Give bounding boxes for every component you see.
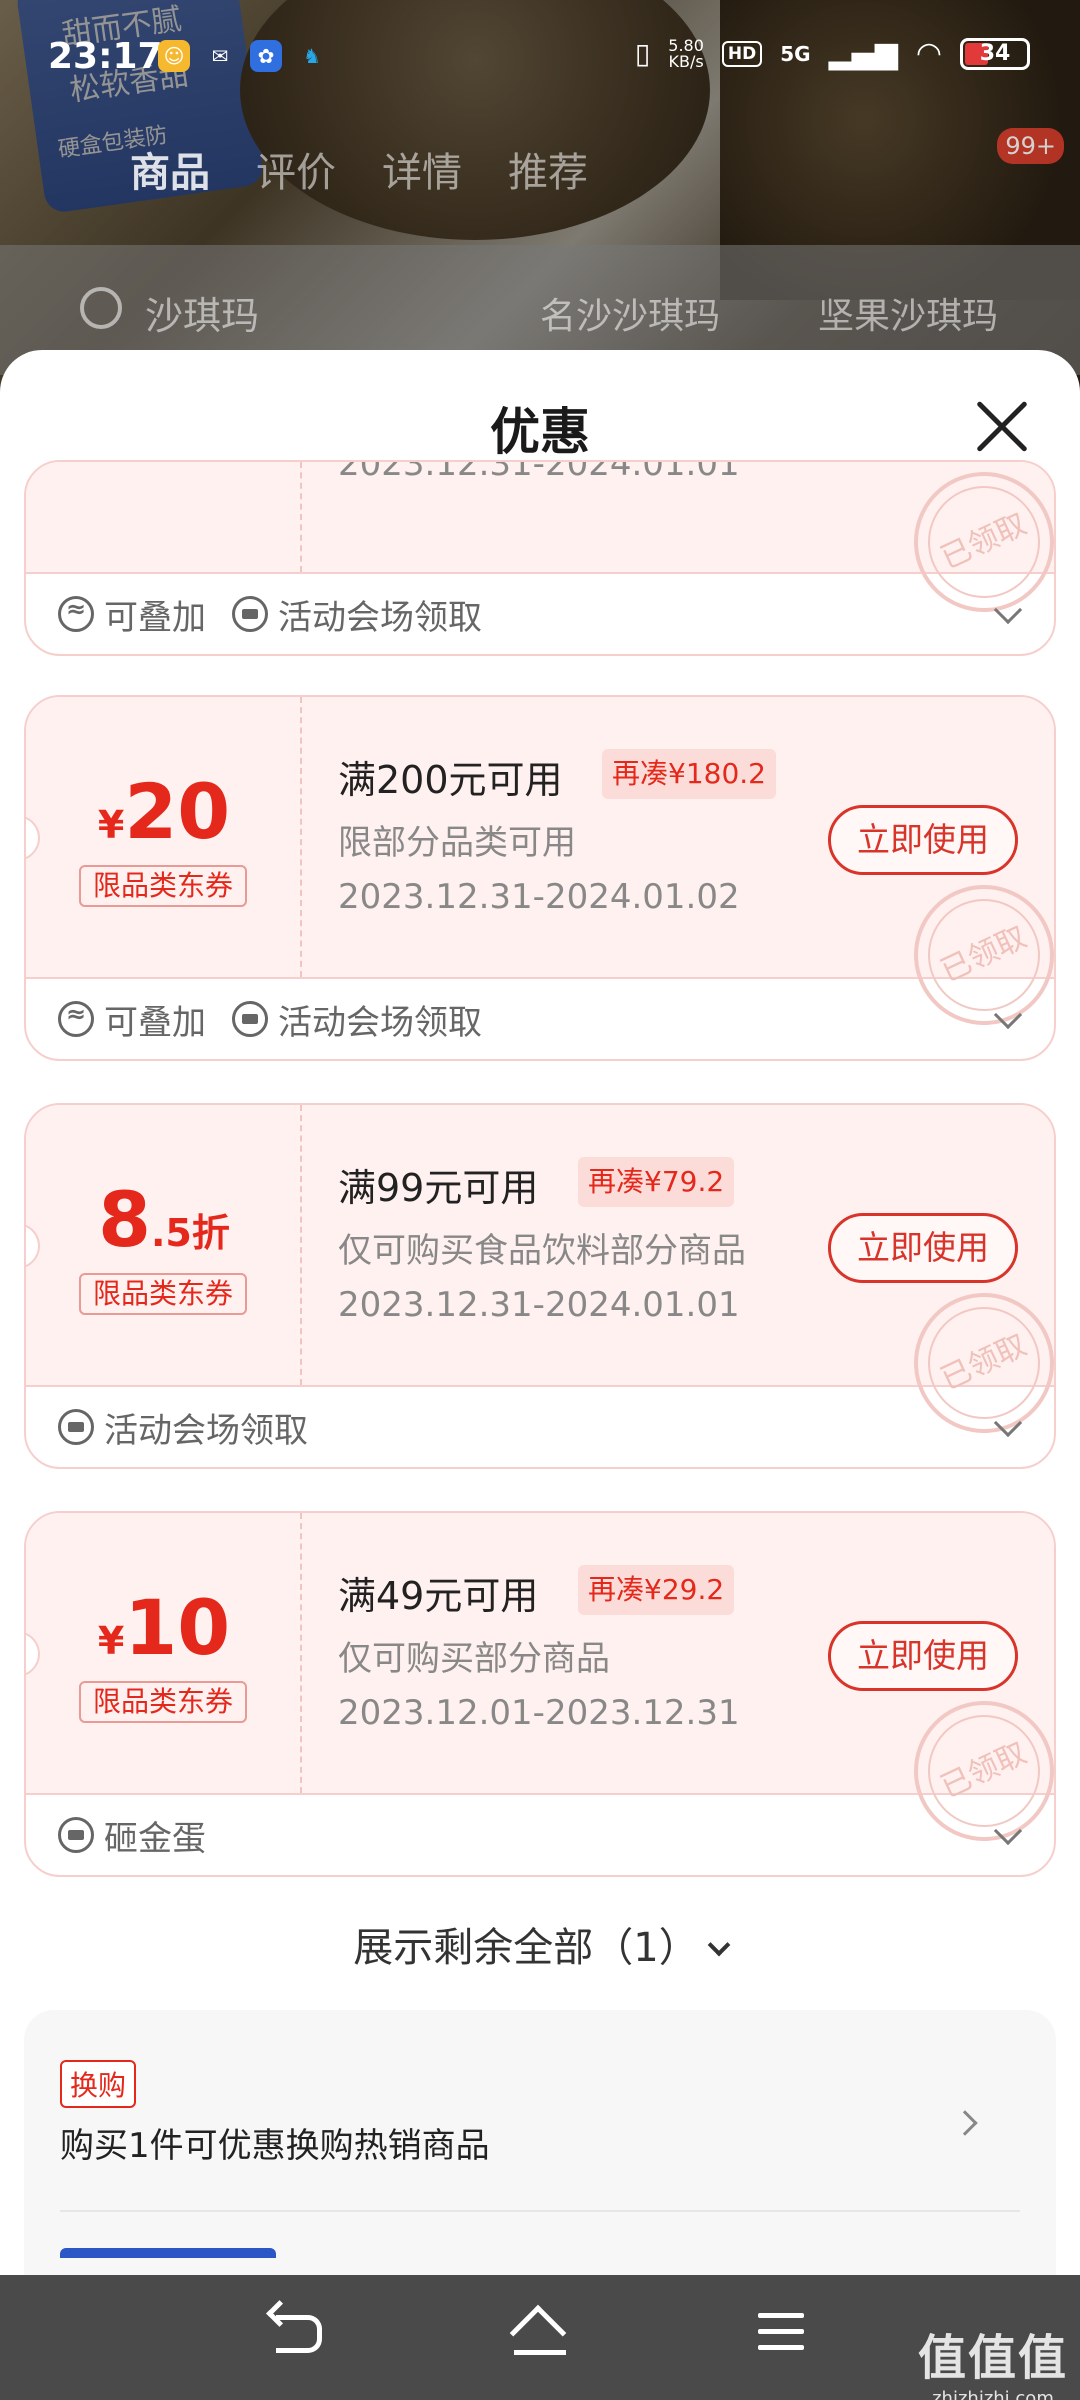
coupon-card: ¥20 限品类东券 满200元可用 再凑¥180.2 限部分品类可用 2023.… <box>24 695 1056 1061</box>
remaining-amount-badge: 再凑¥180.2 <box>602 749 776 799</box>
close-icon[interactable] <box>974 398 1030 454</box>
watermark: 值值值 zhizhizhi.com <box>918 2318 1068 2400</box>
coupon-date: 2023.12.01-2023.12.31 <box>338 1693 740 1733</box>
search-chip[interactable]: 坚果沙琪玛 <box>818 287 998 339</box>
signal-icon: ▂▄▆ <box>828 36 898 71</box>
coupon-card: ¥10 限品类东券 满49元可用 再凑¥29.2 仅可购买部分商品 2023.1… <box>24 1511 1056 1877</box>
app-notification-icon: ☺ <box>158 40 190 72</box>
coupon-sheet: 优惠 2023.12.31-2024.01.01 已领取 可叠加 活动会场领取 <box>0 350 1080 2275</box>
ticket-icon <box>232 596 268 632</box>
coupon-type-tag: 限品类东券 <box>79 1273 247 1315</box>
chevron-right-icon[interactable] <box>952 2110 978 2136</box>
stackable-label: 可叠加 <box>58 995 206 1044</box>
watermark-logo: 值值值 <box>917 2330 1068 2386</box>
source-label: 砸金蛋 <box>58 1811 206 1860</box>
stackable-icon <box>58 595 94 632</box>
coupon-scope: 仅可购买部分商品 <box>338 1639 610 1679</box>
ticket-icon <box>58 1817 94 1853</box>
use-now-button[interactable]: 立即使用 <box>828 1621 1018 1691</box>
show-remaining-button[interactable]: 展示剩余全部（1） <box>0 1915 1080 1973</box>
search-query[interactable]: 沙琪玛 <box>145 285 259 340</box>
product-tabs: 商品 评价 详情 推荐 <box>130 140 588 198</box>
coupon-type-tag: 限品类东券 <box>79 1681 247 1723</box>
promo-tag: 换购 <box>60 2060 137 2108</box>
trade-in-promo-card[interactable]: 换购 购买1件可优惠换购热销商品 <box>24 2010 1056 2275</box>
home-icon[interactable] <box>509 2304 568 2362</box>
use-now-button[interactable]: 立即使用 <box>828 1213 1018 1283</box>
coupon-amount: ¥20 <box>97 767 231 856</box>
network-speed: 5.80 KB/s <box>668 37 704 71</box>
ticket-icon <box>232 1001 268 1037</box>
chevron-down-icon[interactable] <box>993 1816 1023 1846</box>
source-label: 活动会场领取 <box>232 590 482 639</box>
ticket-icon <box>58 1409 94 1445</box>
network-type: 5G <box>780 41 811 66</box>
coupon-date: 2023.12.31-2024.01.01 <box>338 1285 740 1325</box>
source-label: 活动会场领取 <box>232 995 482 1044</box>
coupon-condition: 满49元可用 <box>338 1574 539 1618</box>
baidu-icon: ✿ <box>250 40 282 72</box>
vibrate-icon: ▯ <box>634 37 651 70</box>
coupon-type-tag: 限品类东券 <box>79 865 247 907</box>
chevron-down-icon <box>707 1933 731 1957</box>
coupon-card: 2023.12.31-2024.01.01 已领取 可叠加 活动会场领取 <box>24 460 1056 656</box>
promo-label-partial <box>60 2248 276 2258</box>
coupon-date: 2023.12.31-2024.01.01 <box>338 460 740 484</box>
remaining-amount-badge: 再凑¥79.2 <box>578 1157 735 1207</box>
chevron-down-icon[interactable] <box>993 1000 1023 1030</box>
chevron-down-icon[interactable] <box>993 1408 1023 1438</box>
show-remaining-label: 展示剩余全部（1） <box>353 1925 699 1971</box>
promo-text: 购买1件可优惠换购热销商品 <box>60 2126 490 2166</box>
coupon-scope: 限部分品类可用 <box>338 823 576 863</box>
status-indicators: ▯ 5.80 KB/s HD 5G ▂▄▆ ◠ 34 <box>635 36 1030 71</box>
cart-count-badge: 99+ <box>997 128 1064 164</box>
coupon-scope: 仅可购买食品饮料部分商品 <box>338 1231 746 1271</box>
divider <box>60 2210 1020 2212</box>
source-label: 活动会场领取 <box>58 1403 308 1452</box>
wifi-icon: ◠ <box>915 36 942 71</box>
coupon-card: 8.5折 限品类东券 满99元可用 再凑¥79.2 仅可购买食品饮料部分商品 2… <box>24 1103 1056 1469</box>
watermark-url: zhizhizhi.com <box>932 2388 1054 2400</box>
tab-goods[interactable]: 商品 <box>130 140 210 198</box>
battery-icon: 34 <box>960 37 1030 70</box>
use-now-button[interactable]: 立即使用 <box>828 805 1018 875</box>
tab-details[interactable]: 详情 <box>382 140 462 198</box>
wechat-icon: ✉ <box>211 44 229 68</box>
coupon-amount: ¥10 <box>97 1583 231 1672</box>
qq-icon: ♞ <box>303 44 321 68</box>
sheet-title: 优惠 <box>490 403 590 461</box>
hd-icon: HD <box>721 40 763 67</box>
stackable-label: 可叠加 <box>58 590 206 639</box>
coupon-amount: 8.5折 <box>98 1175 230 1264</box>
network-speed-unit: KB/s <box>668 51 704 71</box>
coupon-date: 2023.12.31-2024.01.02 <box>338 877 740 917</box>
back-icon[interactable] <box>276 2315 322 2353</box>
battery-level: 34 <box>979 41 1011 66</box>
coupon-condition: 满99元可用 <box>338 1166 539 1210</box>
chevron-down-icon[interactable] <box>993 595 1023 625</box>
search-icon <box>80 287 122 329</box>
menu-icon[interactable] <box>758 2313 804 2353</box>
tab-recommend[interactable]: 推荐 <box>508 140 588 198</box>
coupon-condition: 满200元可用 <box>338 758 563 802</box>
remaining-amount-badge: 再凑¥29.2 <box>578 1565 735 1615</box>
search-chip[interactable]: 名沙沙琪玛 <box>540 287 720 339</box>
status-bar: 23:17 ☺ ✉ ✿ ♞ ▯ 5.80 KB/s HD 5G ▂▄▆ ◠ 34 <box>0 0 1080 120</box>
notification-icons: ☺ ✉ ✿ ♞ <box>158 40 328 72</box>
tab-reviews[interactable]: 评价 <box>256 140 336 198</box>
status-time: 23:17 <box>48 36 163 77</box>
stackable-icon <box>58 1000 94 1037</box>
